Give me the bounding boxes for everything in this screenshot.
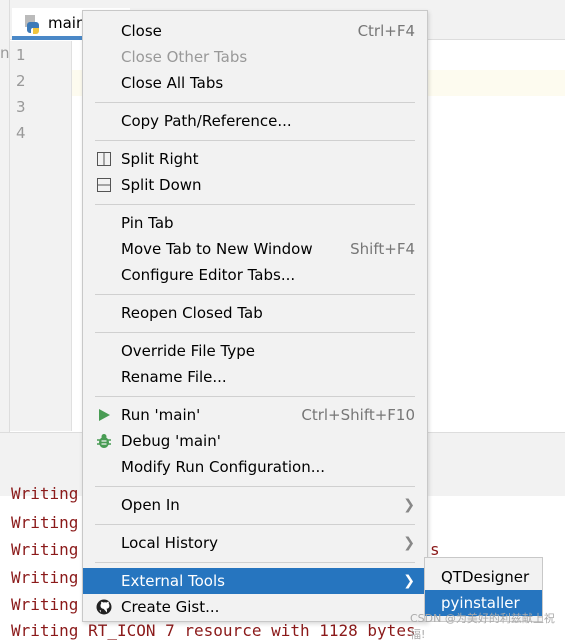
panel-text-fragment: n — [0, 44, 10, 62]
chevron-right-icon: ❯ — [403, 573, 415, 589]
watermark: CSDN @为美好的利兹献上祝福! — [410, 612, 555, 641]
label: Move Tab to New Window — [121, 240, 313, 258]
menu-run[interactable]: Run 'main' Ctrl+Shift+F10 — [83, 402, 427, 428]
project-panel-edge: n — [0, 0, 10, 470]
label: Split Down — [121, 176, 202, 194]
chevron-right-icon: ❯ — [403, 497, 415, 513]
menu-split-right[interactable]: Split Right — [83, 146, 427, 172]
tab-context-menu: Close Ctrl+F4 Close Other Tabs Close All … — [82, 10, 428, 622]
chevron-right-icon: ❯ — [403, 535, 415, 551]
separator — [83, 96, 427, 108]
label: Close Other Tabs — [121, 48, 248, 66]
line-number-gutter: 1 2 3 4 — [10, 41, 72, 431]
label: Reopen Closed Tab — [121, 304, 263, 322]
label: Pin Tab — [121, 214, 174, 232]
menu-close-all-tabs[interactable]: Close All Tabs — [83, 70, 427, 96]
label: Local History — [121, 534, 219, 552]
separator — [83, 198, 427, 210]
separator — [83, 556, 427, 568]
console-line: Writing RT_ICON 7 resource with 1128 byt… — [11, 621, 416, 640]
menu-copy-path[interactable]: Copy Path/Reference... — [83, 108, 427, 134]
separator — [83, 288, 427, 300]
label: Modify Run Configuration... — [121, 458, 326, 476]
label: Rename File... — [121, 368, 227, 386]
label: Open In — [121, 496, 180, 514]
label: Create Gist... — [121, 598, 220, 616]
separator — [83, 326, 427, 338]
menu-modify-run-config[interactable]: Modify Run Configuration... — [83, 454, 427, 480]
label: QTDesigner — [441, 568, 530, 586]
console-line: Writing — [11, 595, 79, 614]
menu-external-tools[interactable]: External Tools ❯ — [83, 568, 427, 594]
separator — [83, 390, 427, 402]
menu-debug[interactable]: Debug 'main' — [83, 428, 427, 454]
label: Configure Editor Tabs... — [121, 266, 296, 284]
menu-close[interactable]: Close Ctrl+F4 — [83, 18, 427, 44]
menu-split-down[interactable]: Split Down — [83, 172, 427, 198]
separator — [83, 134, 427, 146]
label: Override File Type — [121, 342, 255, 360]
tab-label: main — [48, 14, 86, 32]
label: External Tools — [121, 572, 225, 590]
line-number: 4 — [16, 124, 26, 142]
console-line: Writing — [11, 484, 79, 503]
label: Close — [121, 22, 162, 40]
python-file-icon — [25, 15, 39, 34]
label: Copy Path/Reference... — [121, 112, 292, 130]
github-icon — [96, 599, 112, 615]
split-down-icon — [97, 178, 111, 192]
separator — [83, 480, 427, 492]
label: Debug 'main' — [121, 432, 221, 450]
console-line: Writing — [11, 513, 79, 532]
menu-create-gist[interactable]: Create Gist... — [83, 594, 427, 620]
menu-open-in[interactable]: Open In ❯ — [83, 492, 427, 518]
separator — [83, 518, 427, 530]
menu-configure-tabs[interactable]: Configure Editor Tabs... — [83, 262, 427, 288]
debug-bug-icon — [97, 434, 111, 448]
shortcut: Ctrl+Shift+F10 — [301, 406, 415, 424]
line-number: 1 — [16, 46, 26, 64]
label: Close All Tabs — [121, 74, 224, 92]
console-line: Writing — [11, 568, 79, 587]
menu-override-file-type[interactable]: Override File Type — [83, 338, 427, 364]
shortcut: Shift+F4 — [350, 240, 415, 258]
menu-pin-tab[interactable]: Pin Tab — [83, 210, 427, 236]
label: Split Right — [121, 150, 199, 168]
run-icon — [99, 409, 110, 421]
menu-reopen-closed-tab[interactable]: Reopen Closed Tab — [83, 300, 427, 326]
line-number: 3 — [16, 98, 26, 116]
shortcut: Ctrl+F4 — [357, 22, 415, 40]
menu-rename-file[interactable]: Rename File... — [83, 364, 427, 390]
menu-move-tab[interactable]: Move Tab to New Window Shift+F4 — [83, 236, 427, 262]
submenu-qtdesigner[interactable]: QTDesigner — [425, 564, 542, 590]
label: Run 'main' — [121, 406, 201, 424]
menu-local-history[interactable]: Local History ❯ — [83, 530, 427, 556]
menu-close-other-tabs[interactable]: Close Other Tabs — [83, 44, 427, 70]
split-right-icon — [97, 152, 111, 166]
console-line: Writing — [11, 540, 79, 559]
line-number: 2 — [16, 72, 26, 90]
